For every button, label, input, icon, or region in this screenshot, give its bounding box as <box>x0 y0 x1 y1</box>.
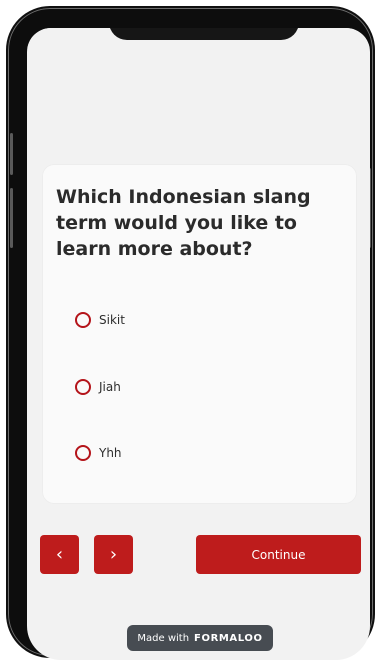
option-label: Yhh <box>99 446 122 460</box>
radio-button[interactable] <box>75 379 91 395</box>
radio-button[interactable] <box>75 312 91 328</box>
form-screen: Which Indonesian slang term would you li… <box>27 28 370 660</box>
phone-notch <box>109 28 299 40</box>
volume-up-button <box>10 133 13 175</box>
option-yhh[interactable]: Yhh <box>75 441 122 465</box>
made-with-text: Made with <box>137 632 190 644</box>
option-label: Sikit <box>99 313 125 327</box>
made-with-badge[interactable]: Made with FORMALOO <box>127 625 273 651</box>
question-card: Which Indonesian slang term would you li… <box>42 164 357 504</box>
next-button[interactable]: › <box>94 535 133 574</box>
question-title: Which Indonesian slang term would you li… <box>56 186 311 260</box>
radio-button[interactable] <box>75 445 91 461</box>
brand-logo: FORMALOO <box>194 632 263 644</box>
option-jiah[interactable]: Jiah <box>75 375 121 399</box>
status-bar <box>27 28 370 48</box>
option-label: Jiah <box>99 380 121 394</box>
continue-button[interactable]: Continue <box>196 535 361 574</box>
phone-frame: Which Indonesian slang term would you li… <box>6 6 375 660</box>
volume-down-button <box>10 188 13 248</box>
option-sikit[interactable]: Sikit <box>75 308 125 332</box>
previous-button[interactable]: ‹ <box>40 535 79 574</box>
chevron-right-icon: › <box>109 544 118 565</box>
chevron-left-icon: ‹ <box>55 544 64 565</box>
